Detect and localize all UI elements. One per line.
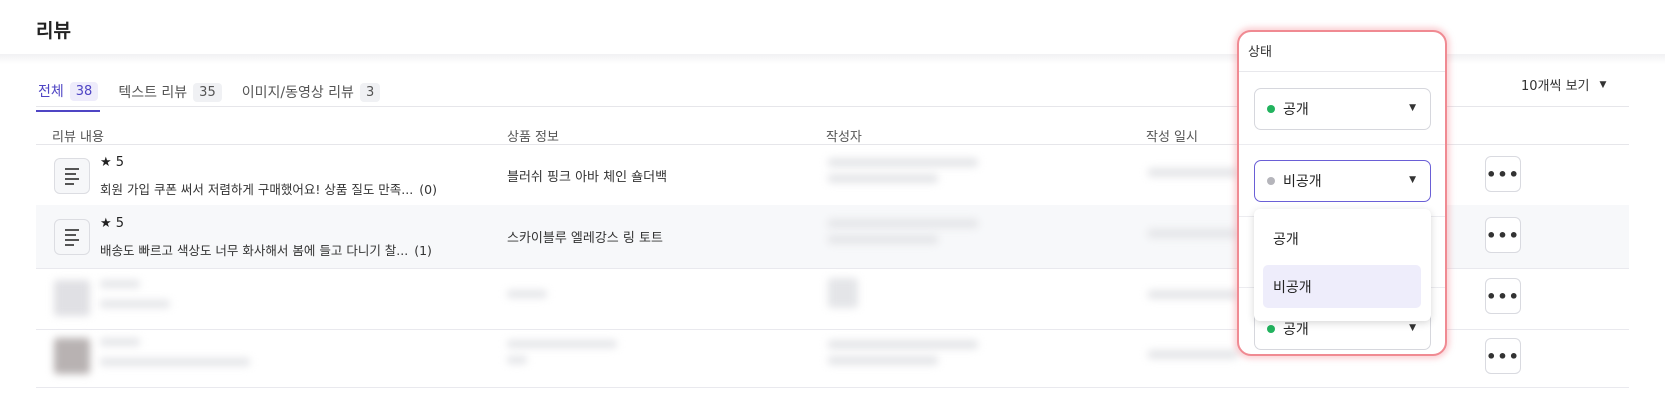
- redacted-content: [100, 358, 250, 366]
- status-select-private[interactable]: 비공개 ▼: [1254, 160, 1431, 202]
- caret-down-icon: ▼: [1409, 175, 1416, 185]
- page-size-select[interactable]: 10개씩 보기 ▼: [1521, 75, 1606, 94]
- more-dots-icon[interactable]: •••: [1485, 217, 1521, 253]
- review-text: 배송도 빠르고 색상도 너무 화사해서 봄에 들고 다니기 찰...: [100, 243, 409, 258]
- option-private[interactable]: 비공개: [1263, 265, 1421, 308]
- redacted-author: [828, 278, 858, 308]
- review-text: 회원 가입 쿠폰 써서 저렴하게 구매했어요! 상품 질도 만족...: [100, 182, 414, 197]
- page-size-label: 10개씩 보기: [1521, 79, 1590, 94]
- text-lines-icon: [54, 219, 90, 255]
- column-header-date: 작성 일시: [1146, 130, 1198, 145]
- status-panel: 상태 공개 ▼ 비공개 ▼ 공개 ▼ 공개 비공개: [1237, 30, 1447, 356]
- redacted-thumbnail: [54, 338, 90, 374]
- redacted-content: [100, 280, 140, 288]
- more-dots-icon[interactable]: •••: [1485, 338, 1521, 374]
- redacted-author: [828, 356, 938, 365]
- review-content[interactable]: 배송도 빠르고 색상도 너무 화사해서 봄에 들고 다니기 찰... (1): [100, 240, 432, 259]
- status-select-value: 비공개: [1283, 174, 1322, 190]
- caret-down-icon: ▼: [1409, 323, 1416, 333]
- redacted-author: [828, 219, 978, 228]
- private-status-dot: [1267, 177, 1275, 185]
- tab-label: 이미지/동영상 리뷰: [241, 85, 354, 101]
- redacted-content: [100, 300, 170, 308]
- tab-count-badge: 38: [69, 81, 99, 101]
- status-select-value: 공개: [1283, 322, 1309, 338]
- page-title: 리뷰: [36, 20, 71, 42]
- caret-down-icon: ▼: [1599, 79, 1607, 90]
- column-header-content: 리뷰 내용: [52, 130, 104, 145]
- redacted-product: [507, 356, 527, 364]
- column-header-product: 상품 정보: [507, 130, 559, 145]
- tab-label: 전체: [38, 84, 64, 100]
- product-name[interactable]: 블러쉬 핑크 아바 체인 숄더백: [507, 166, 667, 185]
- column-header-author: 작성자: [826, 130, 862, 145]
- public-status-dot: [1267, 105, 1275, 113]
- tab-label: 텍스트 리뷰: [118, 85, 188, 101]
- tab-count-badge: 35: [193, 82, 222, 102]
- tab-count-badge: 3: [359, 82, 381, 102]
- more-dots-icon[interactable]: •••: [1485, 156, 1521, 192]
- redacted-date: [1148, 290, 1238, 299]
- redacted-thumbnail: [54, 280, 90, 316]
- rating: ★ 5: [100, 216, 125, 231]
- redacted-product: [507, 290, 547, 298]
- redacted-date: [1148, 168, 1238, 177]
- more-dots-icon[interactable]: •••: [1485, 278, 1521, 314]
- status-select-public[interactable]: 공개 ▼: [1254, 88, 1431, 130]
- status-panel-title: 상태: [1248, 45, 1272, 60]
- panel-divider: [1239, 144, 1445, 145]
- product-name[interactable]: 스카이블루 엘레강스 링 토트: [507, 227, 663, 246]
- caret-down-icon: ▼: [1409, 103, 1416, 113]
- status-dropdown-menu: 공개 비공개: [1254, 209, 1431, 321]
- review-content[interactable]: 회원 가입 쿠폰 써서 저렴하게 구매했어요! 상품 질도 만족... (0): [100, 179, 437, 198]
- redacted-author: [828, 158, 978, 167]
- status-panel-header: 상태: [1239, 32, 1445, 72]
- redacted-date: [1148, 229, 1238, 238]
- public-status-dot: [1267, 325, 1275, 333]
- redacted-author: [828, 174, 938, 183]
- option-public[interactable]: 공개: [1263, 217, 1421, 260]
- redacted-date: [1148, 350, 1238, 359]
- redacted-author: [828, 340, 978, 349]
- text-lines-icon: [54, 158, 90, 194]
- redacted-product: [507, 340, 617, 348]
- status-select-value: 공개: [1283, 102, 1309, 118]
- comment-count: (0): [419, 182, 437, 197]
- redacted-author: [828, 235, 938, 244]
- rating: ★ 5: [100, 155, 125, 170]
- comment-count: (1): [414, 243, 432, 258]
- redacted-content: [100, 338, 140, 346]
